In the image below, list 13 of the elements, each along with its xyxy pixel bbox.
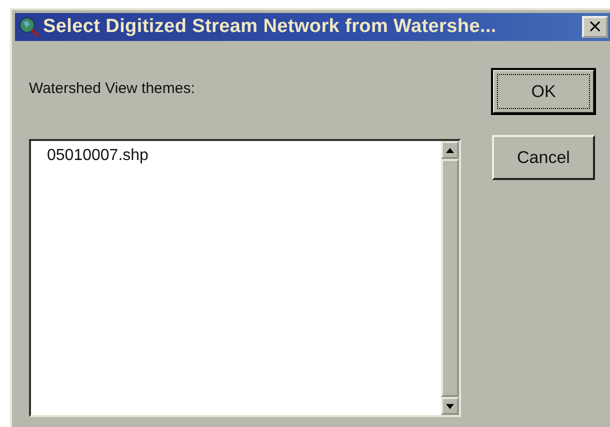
dialog-button[interactable]: Cancel	[492, 135, 595, 180]
down-arrow-icon	[446, 404, 454, 408]
scroll-down-button[interactable]	[441, 397, 459, 415]
scroll-up-button[interactable]	[441, 141, 459, 159]
close-button[interactable]: ×	[582, 16, 608, 38]
vertical-scrollbar[interactable]	[441, 141, 459, 415]
dialog-button[interactable]: OK	[492, 69, 595, 114]
list-item[interactable]: 05010007.shp	[45, 147, 150, 165]
theme-list[interactable]: 05010007.shp	[29, 139, 461, 417]
list-label: Watershed View themes:	[29, 80, 196, 98]
window-title: Select Digitized Stream Network from Watershe...	[43, 16, 496, 38]
up-arrow-icon	[446, 148, 454, 152]
globe-magnifier-icon	[18, 16, 40, 38]
